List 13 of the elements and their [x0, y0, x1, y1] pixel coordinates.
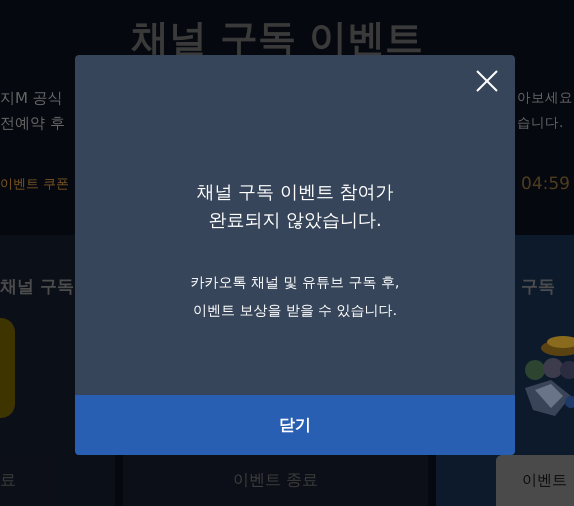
- dialog-title: 채널 구독 이벤트 참여가 완료되지 않았습니다.: [196, 181, 394, 233]
- card-heading: 구독: [521, 276, 556, 298]
- close-button[interactable]: [476, 70, 498, 92]
- close-dialog-button[interactable]: 닫기: [75, 395, 515, 455]
- intro-text: 전예약 후: [0, 113, 65, 134]
- intro-text: 습니다.: [517, 114, 564, 133]
- dialog-message: 카카오톡 채널 및 유튜브 구독 후, 이벤트 보상을 받을 수 있습니다.: [190, 274, 400, 321]
- card-heading: 채널 구독: [0, 276, 75, 298]
- timer: 04:59: [521, 174, 570, 194]
- coupon-label: 이벤트 쿠폰: [0, 176, 70, 193]
- intro-text: 지M 공식: [0, 88, 63, 109]
- event-button[interactable]: 이벤트: [496, 455, 574, 506]
- intro-text: 아보세요: [517, 89, 573, 108]
